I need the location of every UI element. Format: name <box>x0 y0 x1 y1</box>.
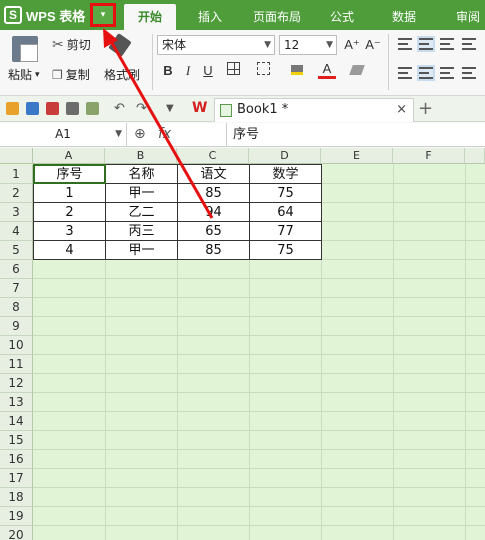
annotation-arrow <box>103 28 214 219</box>
arrow-head <box>103 28 118 48</box>
arrow-shaft <box>106 35 214 219</box>
